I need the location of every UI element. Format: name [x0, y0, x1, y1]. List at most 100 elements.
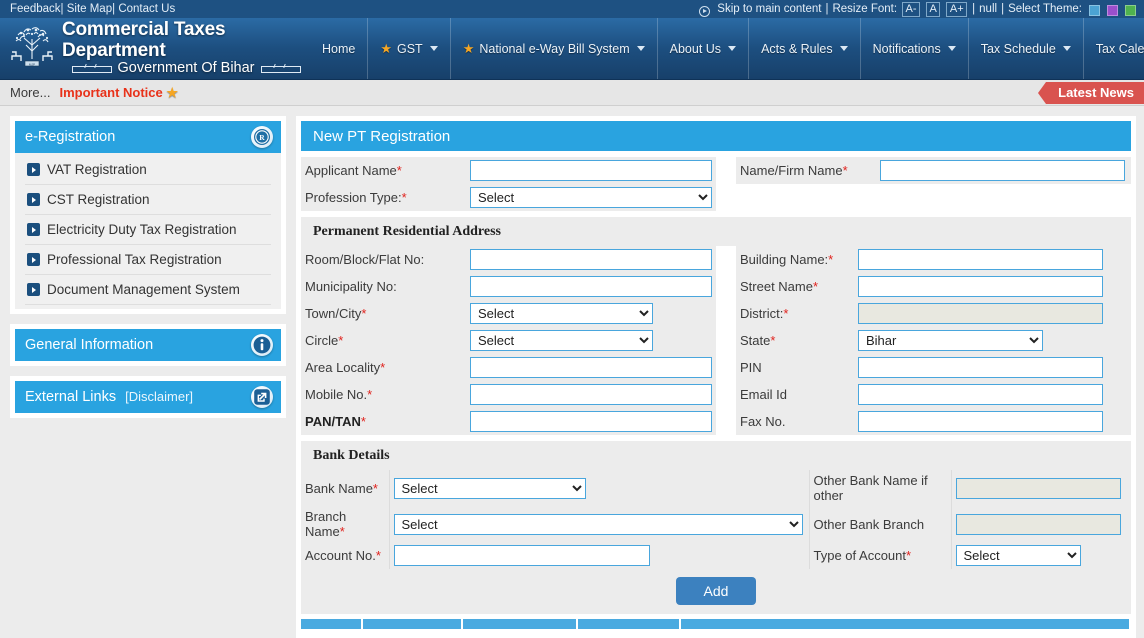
pin-input[interactable]	[858, 357, 1103, 378]
other-bank-branch-input-cell	[951, 506, 1131, 542]
e-registration-links: VAT RegistrationCST RegistrationElectric…	[15, 153, 281, 309]
font-normal-button[interactable]: A	[926, 2, 940, 17]
required-asterisk: *	[361, 306, 366, 321]
table-row: Municipality No:Street Name*	[301, 273, 1131, 300]
info-icon	[251, 334, 273, 356]
theme-swatch-green[interactable]	[1125, 5, 1136, 16]
required-asterisk: *	[770, 333, 775, 348]
pin-field-cell	[854, 354, 1131, 381]
general-information-panel[interactable]: General Information	[10, 324, 286, 366]
table-row: Town/City* Select District:*	[301, 300, 1131, 327]
notice-strip: More... Important Notice ★ Latest News	[0, 80, 1144, 106]
sidebar-item-professional-tax-registration[interactable]: Professional Tax Registration	[25, 245, 271, 275]
more-link[interactable]: More...	[10, 85, 50, 100]
play-circle-icon	[699, 6, 710, 17]
building-name-input[interactable]	[858, 249, 1103, 270]
email-id-input[interactable]	[858, 384, 1103, 405]
state-select[interactable]: Bihar	[858, 330, 1043, 351]
fax-no-input[interactable]	[858, 411, 1103, 432]
permanent-residential-address-block: Permanent Residential Address Room/Block…	[301, 217, 1131, 435]
brand-block[interactable]: MJP Commercial Taxes Department Governme…	[0, 18, 310, 79]
nav-item-notifications[interactable]: Notifications	[860, 18, 968, 79]
required-asterisk: *	[361, 414, 366, 429]
main-navigation: Home★GST★National e-Way Bill System About…	[310, 18, 1144, 79]
theme-swatch-blue[interactable]	[1089, 5, 1100, 16]
sidebar-item-vat-registration[interactable]: VAT Registration	[25, 155, 271, 185]
nav-item-gst[interactable]: ★GST	[367, 18, 449, 79]
external-link-icon	[251, 386, 273, 408]
town-city-field-cell: Select	[466, 300, 716, 327]
arrow-right-icon	[27, 283, 40, 296]
district-label-cell: District:*	[736, 300, 854, 327]
area-locality-input[interactable]	[470, 357, 712, 378]
arrow-right-icon	[27, 253, 40, 266]
nav-item-about-us[interactable]: About Us	[657, 18, 748, 79]
street-name-input[interactable]	[858, 276, 1103, 297]
mobile-no-label-cell: Mobile No.*	[301, 381, 466, 408]
empty-cell	[876, 184, 1131, 211]
table-header-col-2	[363, 619, 463, 629]
general-information-title: General Information	[25, 337, 153, 353]
sidebar-item-document-management-system[interactable]: Document Management System	[25, 275, 271, 305]
brand-title: Commercial Taxes Department	[62, 20, 310, 61]
state-label: State	[740, 333, 770, 348]
district-input[interactable]	[858, 303, 1103, 324]
disclaimer-label[interactable]: [Disclaimer]	[125, 389, 193, 404]
notice-left: More... Important Notice ★	[10, 85, 178, 101]
required-asterisk: *	[367, 387, 372, 402]
table-row: Branch Name* Select Other Bank Branch	[301, 506, 1131, 542]
chevron-down-icon	[948, 46, 956, 51]
nav-item-tax-schedule[interactable]: Tax Schedule	[968, 18, 1083, 79]
table-row: Profession Type:* Select	[301, 184, 1131, 211]
general-information-header[interactable]: General Information	[15, 329, 281, 361]
bank-name-select[interactable]: Select	[394, 478, 586, 499]
nav-item-label: About Us	[670, 42, 721, 56]
latest-news-banner[interactable]: Latest News	[1046, 82, 1144, 104]
email-id-label: Email Id	[740, 387, 787, 402]
type-of-account-select[interactable]: Select	[956, 545, 1081, 566]
nav-item-tax-calendar[interactable]: Tax Calendar	[1083, 18, 1144, 79]
other-bank-name-label-cell: Other Bank Name if other	[809, 470, 951, 506]
chevron-down-icon	[430, 46, 438, 51]
nav-item-acts-rules[interactable]: Acts & Rules	[748, 18, 860, 79]
branch-name-select[interactable]: Select	[394, 514, 803, 535]
add-button[interactable]: Add	[676, 577, 757, 605]
important-notice-link[interactable]: Important Notice ★	[59, 85, 178, 101]
town-city-label: Town/City	[305, 306, 361, 321]
other-bank-branch-label: Other Bank Branch	[814, 517, 925, 532]
fax-no-field-cell	[854, 408, 1131, 435]
applicant-name-input[interactable]	[470, 160, 712, 181]
nav-item-home[interactable]: Home	[310, 18, 367, 79]
municipality-no-input[interactable]	[470, 276, 712, 297]
font-increase-button[interactable]: A+	[946, 2, 967, 17]
pan-tan-label-cell: PAN/TAN*	[301, 408, 466, 435]
contact-us-link[interactable]: Contact Us	[118, 3, 175, 15]
external-links-panel[interactable]: External Links [Disclaimer]	[10, 376, 286, 418]
site-map-link[interactable]: Site Map	[67, 3, 112, 15]
sidebar-item-electricity-duty-tax-registration[interactable]: Electricity Duty Tax Registration	[25, 215, 271, 245]
circle-select[interactable]: Select	[470, 330, 653, 351]
firm-name-input[interactable]	[880, 160, 1125, 181]
profession-type-select[interactable]: Select	[470, 187, 712, 208]
pan-tan-input[interactable]	[470, 411, 712, 432]
skip-to-main-content-link[interactable]: Skip to main content	[717, 3, 821, 15]
address-table: Room/Block/Flat No:Building Name:*Munici…	[301, 246, 1131, 435]
nav-item-national-e-way-bill-system[interactable]: ★National e-Way Bill System	[450, 18, 657, 79]
other-bank-name-input[interactable]	[956, 478, 1121, 499]
font-decrease-button[interactable]: A-	[902, 2, 920, 17]
registered-mark-icon: R	[251, 126, 273, 148]
pin-label: PIN	[740, 360, 762, 375]
table-row: Room/Block/Flat No:Building Name:*	[301, 246, 1131, 273]
nav-item-label: National e-Way Bill System	[479, 42, 629, 56]
account-no-input[interactable]	[394, 545, 650, 566]
sidebar-item-cst-registration[interactable]: CST Registration	[25, 185, 271, 215]
room-block-flat-no-input[interactable]	[470, 249, 712, 270]
sep-5: |	[1001, 3, 1004, 15]
column-gap	[716, 381, 736, 408]
theme-swatch-purple[interactable]	[1107, 5, 1118, 16]
feedback-link[interactable]: Feedback	[10, 3, 61, 15]
external-links-header[interactable]: External Links [Disclaimer]	[15, 381, 281, 413]
town-city-select[interactable]: Select	[470, 303, 653, 324]
mobile-no-input[interactable]	[470, 384, 712, 405]
other-bank-branch-input[interactable]	[956, 514, 1121, 535]
